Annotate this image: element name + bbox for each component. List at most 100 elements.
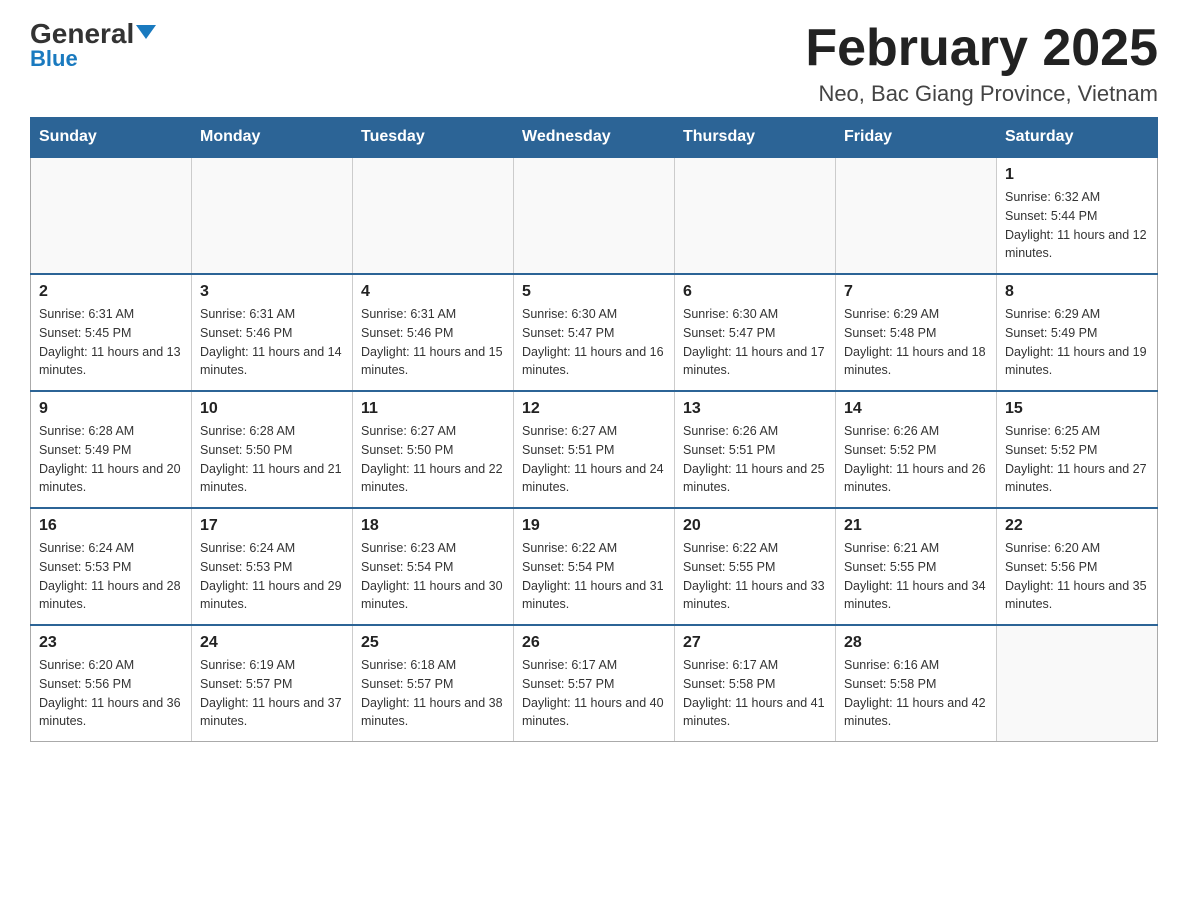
day-info: Sunrise: 6:27 AMSunset: 5:51 PMDaylight:…: [522, 422, 666, 497]
day-number: 20: [683, 517, 827, 535]
day-of-week-header: Tuesday: [353, 118, 514, 158]
day-of-week-header: Monday: [192, 118, 353, 158]
calendar-cell: 27 Sunrise: 6:17 AMSunset: 5:58 PMDayligh…: [675, 625, 836, 742]
day-number: 26: [522, 634, 666, 652]
calendar-cell: [353, 157, 514, 274]
day-info: Sunrise: 6:28 AMSunset: 5:49 PMDaylight:…: [39, 422, 183, 497]
page-header: General Blue February 2025 Neo, Bac Gian…: [30, 20, 1158, 107]
day-number: 1: [1005, 166, 1149, 184]
day-number: 6: [683, 283, 827, 301]
day-info: Sunrise: 6:17 AMSunset: 5:58 PMDaylight:…: [683, 656, 827, 731]
calendar-table: SundayMondayTuesdayWednesdayThursdayFrid…: [30, 117, 1158, 742]
calendar-cell: 25 Sunrise: 6:18 AMSunset: 5:57 PMDayligh…: [353, 625, 514, 742]
day-number: 28: [844, 634, 988, 652]
day-number: 2: [39, 283, 183, 301]
calendar-cell: 9 Sunrise: 6:28 AMSunset: 5:49 PMDaylight…: [31, 391, 192, 508]
day-number: 4: [361, 283, 505, 301]
day-number: 15: [1005, 400, 1149, 418]
day-of-week-header: Wednesday: [514, 118, 675, 158]
day-of-week-header: Thursday: [675, 118, 836, 158]
calendar-cell: 16 Sunrise: 6:24 AMSunset: 5:53 PMDayligh…: [31, 508, 192, 625]
calendar-cell: 20 Sunrise: 6:22 AMSunset: 5:55 PMDayligh…: [675, 508, 836, 625]
calendar-cell: 14 Sunrise: 6:26 AMSunset: 5:52 PMDayligh…: [836, 391, 997, 508]
calendar-cell: 5 Sunrise: 6:30 AMSunset: 5:47 PMDaylight…: [514, 274, 675, 391]
calendar-cell: 13Sunrise: 6:26 AMSunset: 5:51 PMDayligh…: [675, 391, 836, 508]
calendar-header-row: SundayMondayTuesdayWednesdayThursdayFrid…: [31, 118, 1158, 158]
calendar-cell: 15 Sunrise: 6:25 AMSunset: 5:52 PMDayligh…: [997, 391, 1158, 508]
day-info: Sunrise: 6:29 AMSunset: 5:49 PMDaylight:…: [1005, 305, 1149, 380]
day-number: 11: [361, 400, 505, 418]
day-number: 25: [361, 634, 505, 652]
day-of-week-header: Friday: [836, 118, 997, 158]
day-info: Sunrise: 6:26 AMSunset: 5:52 PMDaylight:…: [844, 422, 988, 497]
calendar-cell: 23 Sunrise: 6:20 AMSunset: 5:56 PMDayligh…: [31, 625, 192, 742]
day-number: 7: [844, 283, 988, 301]
logo-blue: Blue: [30, 46, 78, 72]
day-info: Sunrise: 6:24 AMSunset: 5:53 PMDaylight:…: [39, 539, 183, 614]
calendar-cell: [675, 157, 836, 274]
day-number: 12: [522, 400, 666, 418]
calendar-cell: 12 Sunrise: 6:27 AMSunset: 5:51 PMDayligh…: [514, 391, 675, 508]
day-info: Sunrise: 6:31 AMSunset: 5:46 PMDaylight:…: [361, 305, 505, 380]
calendar-cell: 1 Sunrise: 6:32 AMSunset: 5:44 PMDaylight…: [997, 157, 1158, 274]
day-info: Sunrise: 6:31 AMSunset: 5:45 PMDaylight:…: [39, 305, 183, 380]
calendar-cell: [31, 157, 192, 274]
day-of-week-header: Sunday: [31, 118, 192, 158]
day-info: Sunrise: 6:22 AMSunset: 5:54 PMDaylight:…: [522, 539, 666, 614]
calendar-cell: 4 Sunrise: 6:31 AMSunset: 5:46 PMDaylight…: [353, 274, 514, 391]
day-of-week-header: Saturday: [997, 118, 1158, 158]
calendar-cell: 18Sunrise: 6:23 AMSunset: 5:54 PMDayligh…: [353, 508, 514, 625]
day-number: 18: [361, 517, 505, 535]
day-info: Sunrise: 6:20 AMSunset: 5:56 PMDaylight:…: [1005, 539, 1149, 614]
day-info: Sunrise: 6:28 AMSunset: 5:50 PMDaylight:…: [200, 422, 344, 497]
calendar-cell: 26 Sunrise: 6:17 AMSunset: 5:57 PMDayligh…: [514, 625, 675, 742]
calendar-cell: 10 Sunrise: 6:28 AMSunset: 5:50 PMDayligh…: [192, 391, 353, 508]
day-info: Sunrise: 6:21 AMSunset: 5:55 PMDaylight:…: [844, 539, 988, 614]
day-info: Sunrise: 6:18 AMSunset: 5:57 PMDaylight:…: [361, 656, 505, 731]
title-area: February 2025 Neo, Bac Giang Province, V…: [805, 20, 1158, 107]
day-info: Sunrise: 6:17 AMSunset: 5:57 PMDaylight:…: [522, 656, 666, 731]
day-info: Sunrise: 6:30 AMSunset: 5:47 PMDaylight:…: [683, 305, 827, 380]
calendar-cell: [997, 625, 1158, 742]
day-number: 9: [39, 400, 183, 418]
day-number: 23: [39, 634, 183, 652]
page-subtitle: Neo, Bac Giang Province, Vietnam: [805, 81, 1158, 107]
calendar-week-row: 9 Sunrise: 6:28 AMSunset: 5:49 PMDaylight…: [31, 391, 1158, 508]
calendar-cell: 11 Sunrise: 6:27 AMSunset: 5:50 PMDayligh…: [353, 391, 514, 508]
day-number: 16: [39, 517, 183, 535]
calendar-cell: 8Sunrise: 6:29 AMSunset: 5:49 PMDaylight…: [997, 274, 1158, 391]
calendar-cell: 19 Sunrise: 6:22 AMSunset: 5:54 PMDayligh…: [514, 508, 675, 625]
calendar-cell: 3 Sunrise: 6:31 AMSunset: 5:46 PMDaylight…: [192, 274, 353, 391]
day-number: 27: [683, 634, 827, 652]
day-info: Sunrise: 6:20 AMSunset: 5:56 PMDaylight:…: [39, 656, 183, 731]
day-number: 5: [522, 283, 666, 301]
calendar-cell: 28 Sunrise: 6:16 AMSunset: 5:58 PMDayligh…: [836, 625, 997, 742]
day-info: Sunrise: 6:24 AMSunset: 5:53 PMDaylight:…: [200, 539, 344, 614]
page-title: February 2025: [805, 20, 1158, 77]
day-number: 10: [200, 400, 344, 418]
calendar-cell: [192, 157, 353, 274]
day-number: 3: [200, 283, 344, 301]
day-info: Sunrise: 6:27 AMSunset: 5:50 PMDaylight:…: [361, 422, 505, 497]
calendar-week-row: 1 Sunrise: 6:32 AMSunset: 5:44 PMDaylight…: [31, 157, 1158, 274]
logo-triangle-icon: [136, 25, 156, 39]
day-info: Sunrise: 6:31 AMSunset: 5:46 PMDaylight:…: [200, 305, 344, 380]
day-info: Sunrise: 6:19 AMSunset: 5:57 PMDaylight:…: [200, 656, 344, 731]
calendar-cell: 17 Sunrise: 6:24 AMSunset: 5:53 PMDayligh…: [192, 508, 353, 625]
day-number: 17: [200, 517, 344, 535]
day-number: 19: [522, 517, 666, 535]
day-info: Sunrise: 6:32 AMSunset: 5:44 PMDaylight:…: [1005, 188, 1149, 263]
day-info: Sunrise: 6:22 AMSunset: 5:55 PMDaylight:…: [683, 539, 827, 614]
calendar-cell: 22Sunrise: 6:20 AMSunset: 5:56 PMDayligh…: [997, 508, 1158, 625]
day-info: Sunrise: 6:30 AMSunset: 5:47 PMDaylight:…: [522, 305, 666, 380]
calendar-week-row: 2 Sunrise: 6:31 AMSunset: 5:45 PMDaylight…: [31, 274, 1158, 391]
calendar-cell: 2 Sunrise: 6:31 AMSunset: 5:45 PMDaylight…: [31, 274, 192, 391]
calendar-cell: [836, 157, 997, 274]
day-number: 14: [844, 400, 988, 418]
calendar-week-row: 16 Sunrise: 6:24 AMSunset: 5:53 PMDayligh…: [31, 508, 1158, 625]
day-info: Sunrise: 6:25 AMSunset: 5:52 PMDaylight:…: [1005, 422, 1149, 497]
day-number: 24: [200, 634, 344, 652]
day-info: Sunrise: 6:16 AMSunset: 5:58 PMDaylight:…: [844, 656, 988, 731]
day-info: Sunrise: 6:26 AMSunset: 5:51 PMDaylight:…: [683, 422, 827, 497]
day-number: 21: [844, 517, 988, 535]
